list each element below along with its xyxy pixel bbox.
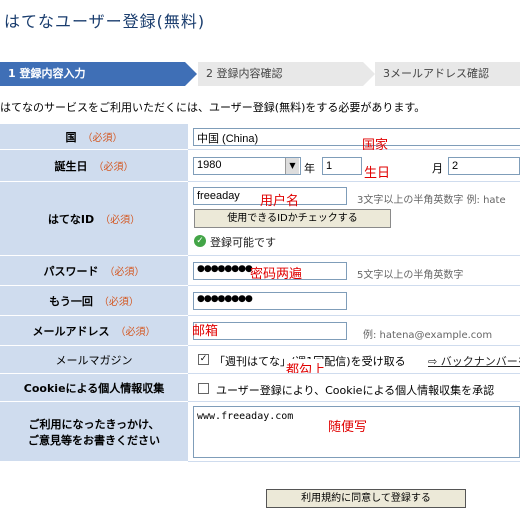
- arrow-right-icon: ⇨: [428, 355, 441, 368]
- cookie-text: ユーザー登録により、Cookieによる個人情報収集を承認: [216, 384, 495, 397]
- password-confirm-label: もう一回 （必須）: [0, 286, 188, 316]
- check-ok-icon: ✓: [194, 235, 206, 247]
- country-select[interactable]: 中国 (China): [193, 128, 520, 146]
- birth-month-field[interactable]: [322, 157, 362, 175]
- password-label: パスワード （必須）: [0, 256, 188, 286]
- year-unit: 年: [304, 162, 315, 175]
- submit-button[interactable]: 利用規約に同意して登録する: [266, 489, 466, 508]
- required-mark: （必須）: [104, 267, 145, 278]
- email-hint: 例: hatena@example.com: [363, 330, 493, 341]
- password-confirm-cell: ●●●●●●●●: [188, 286, 520, 316]
- step-arrow-icon: [363, 62, 375, 86]
- page-title: はてなユーザー登録(無料): [4, 12, 206, 31]
- hatena-id-cell: 用户名 3文字以上の半角英数字 例: hate 使用できるIDかチェックする ✓…: [188, 182, 520, 256]
- country-value: 中国 (China): [197, 133, 259, 145]
- magazine-cell: ✓ 「週刊はてな」(週1回配信)を受け取る ⇨ バックナンバーを 都勾上: [188, 346, 520, 374]
- email-label-text: メールアドレス: [32, 324, 110, 338]
- id-status: 登録可能です: [210, 236, 276, 249]
- backnumber-link-text: バックナンバーを: [440, 355, 520, 368]
- password-confirm-label-text: もう一回: [49, 294, 93, 308]
- intro-text: はてなのサービスをご利用いただくには、ユーザー登録(無料)をする必要があります。: [0, 101, 426, 114]
- step-arrow-icon: [185, 62, 197, 86]
- country-label-text: 国: [65, 130, 77, 144]
- birthday-annotation: 生日: [364, 166, 391, 181]
- birthday-label-text: 誕生日: [54, 159, 88, 173]
- birthday-label: 誕生日 （必須）: [0, 150, 188, 182]
- magazine-annotation: 都勾上: [286, 359, 326, 373]
- hatena-id-hint: 3文字以上の半角英数字 例: hate: [357, 195, 506, 206]
- comments-label-line1: ご利用になったきっかけ、: [28, 417, 160, 431]
- cookie-label-text: Cookieによる個人情報収集: [23, 381, 165, 395]
- step-1: 1 登録内容入力: [0, 62, 185, 86]
- check-id-button[interactable]: 使用できるIDかチェックする: [194, 209, 391, 228]
- email-cell: 邮箱 例: hatena@example.com: [188, 316, 520, 346]
- hatena-id-label: はてなID （必須）: [0, 182, 188, 256]
- month-unit: 月: [432, 162, 443, 175]
- password-confirm-field[interactable]: ●●●●●●●●: [193, 292, 347, 310]
- required-mark: （必須）: [82, 133, 123, 144]
- required-mark: （必須）: [115, 327, 156, 338]
- comments-label: ご利用になったきっかけ、 ご意見等をお書きください: [0, 402, 188, 462]
- magazine-label: メールマガジン: [0, 346, 188, 374]
- country-label: 国 （必須）: [0, 124, 188, 150]
- country-cell: 中国 (China) 国家: [188, 124, 520, 153]
- step-2: 2 登録内容確認: [197, 62, 363, 86]
- birth-year-value: 1980: [197, 159, 222, 171]
- dropdown-arrow-icon[interactable]: ▼: [285, 158, 299, 174]
- backnumber-link[interactable]: ⇨ バックナンバーを: [428, 353, 520, 369]
- step-3: 3メールアドレス確認: [375, 62, 520, 86]
- cookie-label: Cookieによる個人情報収集: [0, 374, 188, 402]
- required-mark: （必須）: [100, 215, 141, 226]
- hatena-id-annotation: 用户名: [260, 194, 300, 209]
- cookie-checkbox[interactable]: [198, 383, 209, 394]
- password-label-text: パスワード: [43, 264, 99, 278]
- birth-day-field[interactable]: [448, 157, 520, 175]
- required-mark: （必須）: [98, 297, 139, 308]
- password-annotation: 密码两遍: [250, 267, 303, 282]
- password-value: ●●●●●●●●: [197, 264, 253, 274]
- password-cell: ●●●●●●●● 密码两遍 5文字以上の半角英数字: [188, 256, 520, 286]
- email-annotation: 邮箱: [192, 324, 219, 339]
- comments-label-line2: ご意見等をお書きください: [28, 433, 160, 447]
- password-hint: 5文字以上の半角英数字: [357, 270, 464, 281]
- step-progress: 1 登録内容入力 2 登録内容確認 3メールアドレス確認: [0, 62, 520, 86]
- cookie-cell: ユーザー登録により、Cookieによる個人情報収集を承認: [188, 374, 520, 402]
- comments-value: www.freeaday.com: [197, 411, 294, 422]
- required-mark: （必須）: [93, 162, 134, 173]
- comments-annotation: 随便写: [328, 420, 368, 435]
- email-label: メールアドレス （必須）: [0, 316, 188, 346]
- hatena-id-label-text: はてなID: [47, 212, 95, 226]
- magazine-label-text: メールマガジン: [55, 353, 133, 367]
- password-confirm-value: ●●●●●●●●: [197, 294, 253, 304]
- magazine-checkbox[interactable]: ✓: [198, 354, 209, 365]
- comments-cell: www.freeaday.com 随便写: [188, 402, 520, 462]
- birthday-cell: 1980 ▼ 年 生日 月: [188, 150, 520, 182]
